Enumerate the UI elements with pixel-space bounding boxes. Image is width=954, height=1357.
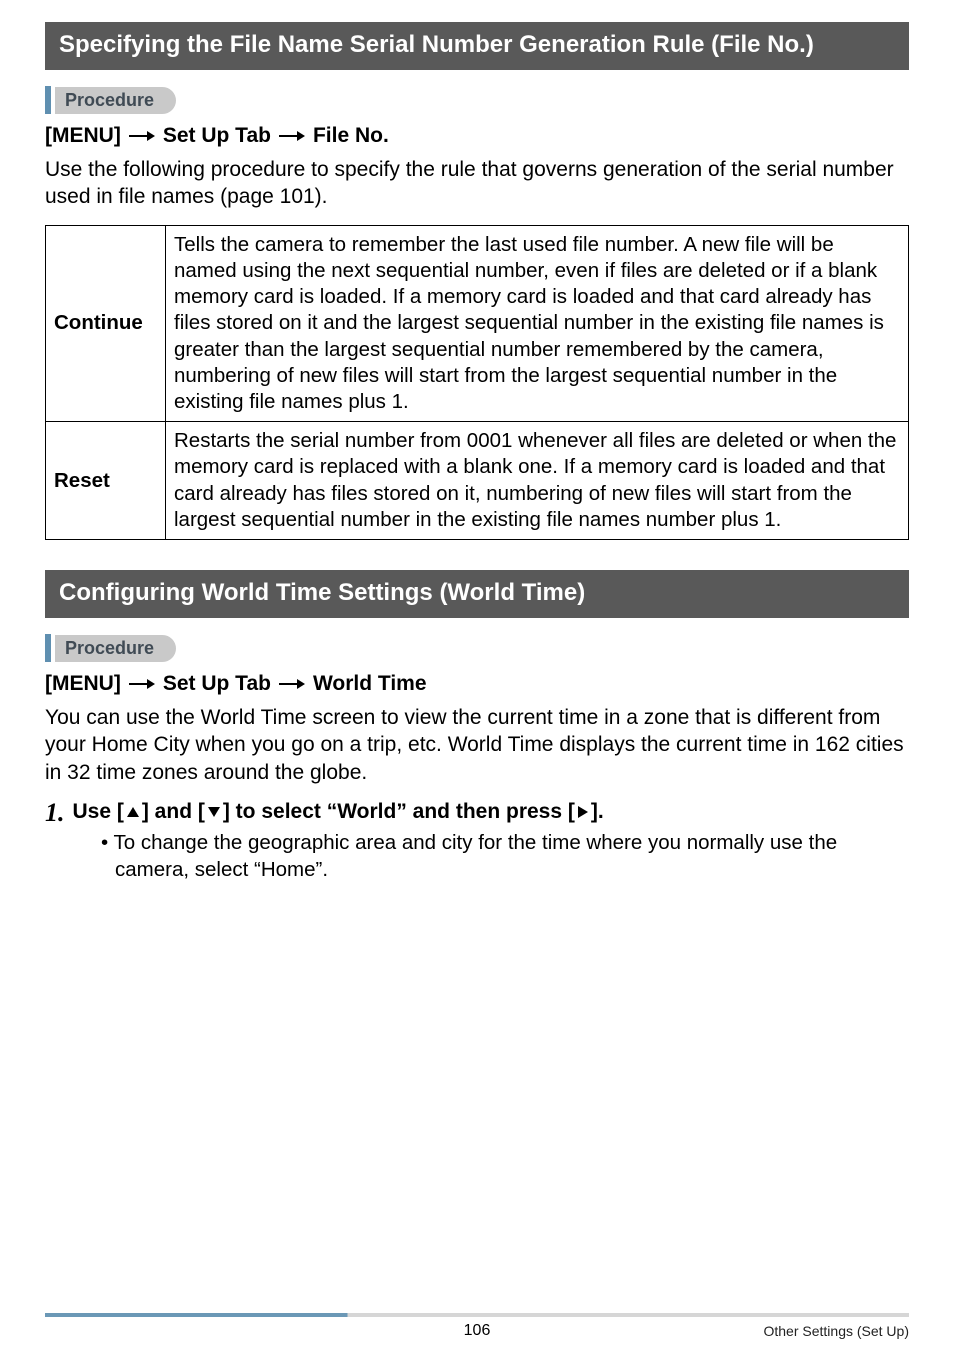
table-row: Reset Restarts the serial number from 00… [46,422,909,540]
menu-part: [MENU] [45,124,121,148]
procedure-tick [45,86,51,114]
intro-text: Use the following procedure to specify t… [45,156,909,211]
arrow-right-icon [279,677,305,691]
menu-part: [MENU] [45,672,121,696]
step-number: 1. [45,800,65,826]
triangle-down-icon [206,805,222,819]
option-label: Reset [46,422,166,540]
page-footer: 106 Other Settings (Set Up) [45,1313,909,1339]
section-heading-file-no: Specifying the File Name Serial Number G… [45,22,909,70]
menu-path-file-no: [MENU] Set Up Tab File No. [45,124,909,148]
arrow-right-icon [129,129,155,143]
step-text: Use [ ] and [ ] to select “World” and th… [73,800,604,824]
menu-part: Set Up Tab [163,124,271,148]
menu-part: File No. [313,124,389,148]
menu-path-world-time: [MENU] Set Up Tab World Time [45,672,909,696]
option-label: Continue [46,225,166,422]
option-desc: Tells the camera to remember the last us… [166,225,909,422]
table-row: Continue Tells the camera to remember th… [46,225,909,422]
options-table: Continue Tells the camera to remember th… [45,225,909,541]
option-desc: Restarts the serial number from 0001 whe… [166,422,909,540]
footer-section-label: Other Settings (Set Up) [763,1323,909,1339]
procedure-chip: Procedure [55,87,176,114]
footer-rule [45,1313,909,1317]
procedure-tick [45,634,51,662]
triangle-right-icon [576,804,590,820]
step-frag: ] and [ [142,800,205,824]
step-frag: ]. [591,800,604,824]
procedure-row: Procedure [45,634,909,662]
step-row: 1. Use [ ] and [ ] to select “World” and… [45,800,909,826]
step-frag: ] to select “World” and then press [ [223,800,575,824]
menu-part: Set Up Tab [163,672,271,696]
procedure-chip: Procedure [55,635,176,662]
step-frag: Use [ [73,800,124,824]
arrow-right-icon [279,129,305,143]
page-number: 106 [464,1322,491,1340]
section-heading-world-time: Configuring World Time Settings (World T… [45,570,909,618]
menu-part: World Time [313,672,427,696]
triangle-up-icon [125,805,141,819]
arrow-right-icon [129,677,155,691]
step-bullet: • To change the geographic area and city… [101,830,909,883]
intro-text: You can use the World Time screen to vie… [45,704,909,786]
procedure-row: Procedure [45,86,909,114]
